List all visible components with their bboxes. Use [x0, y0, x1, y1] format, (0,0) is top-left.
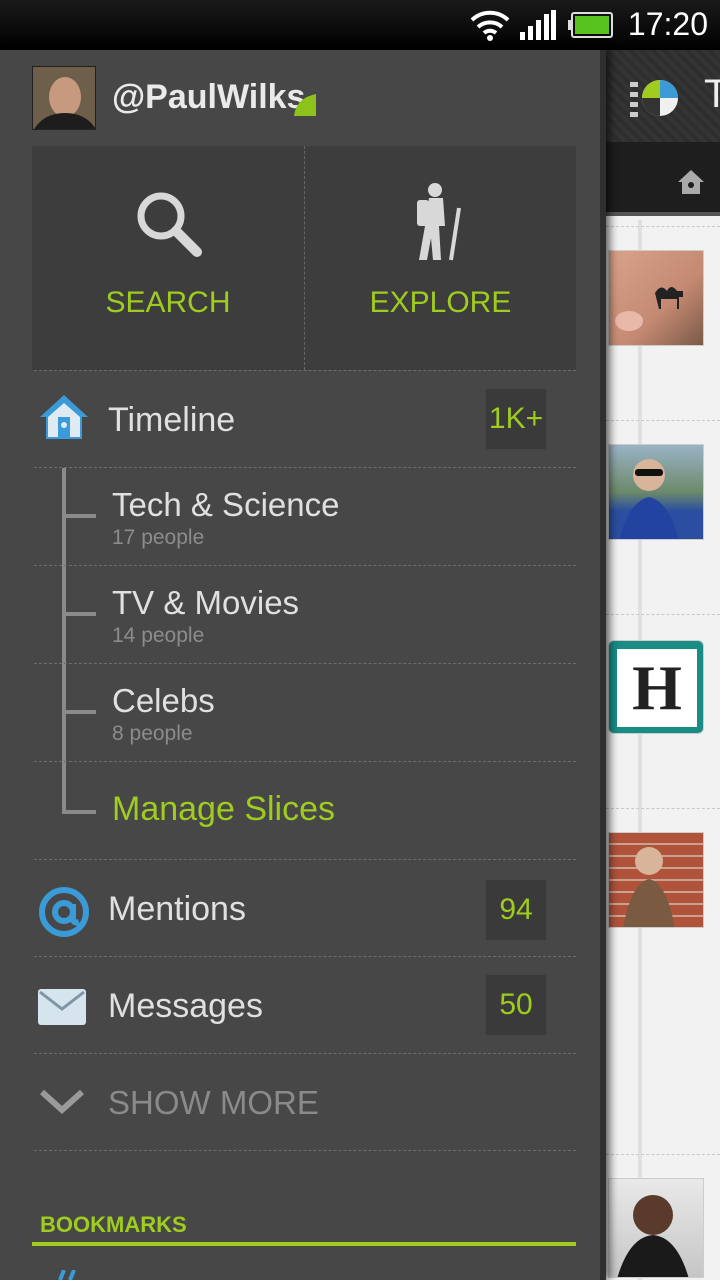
home-icon [40, 395, 88, 439]
bookmarks-header: BOOKMARKS [40, 1212, 187, 1237]
tree-branch [62, 612, 96, 616]
search-tile[interactable]: SEARCH [32, 146, 304, 370]
man-portrait-image [617, 1195, 689, 1277]
slice-title: TV & Movies [112, 584, 300, 621]
slice-item[interactable]: Tech & Science 17 people [34, 467, 576, 565]
timeline-rail [638, 220, 642, 1280]
tweet-thumbnail[interactable] [608, 444, 704, 540]
nav-item-timeline[interactable]: Timeline 1K+ [34, 370, 576, 467]
man-at-brick-wall-image [623, 847, 675, 927]
online-indicator-icon [294, 94, 316, 116]
nav-item-mentions[interactable]: Mentions 94 [34, 859, 576, 956]
background-timeline[interactable]: T H [606, 50, 720, 1280]
clock: 17:20 [627, 6, 708, 42]
bookmarks-underline [32, 1242, 576, 1246]
messages-count-badge: 50 [486, 975, 546, 1035]
search-icon [137, 192, 202, 257]
slice-member-count: 8 people [112, 722, 193, 745]
camel-tattoo-image [615, 287, 683, 331]
quick-actions: SEARCH EXPLORE [32, 146, 576, 370]
explore-tile[interactable]: EXPLORE [304, 146, 576, 370]
explore-label: EXPLORE [369, 286, 512, 319]
envelope-icon [38, 989, 86, 1025]
slice-item[interactable]: Celebs 8 people [34, 663, 576, 761]
manage-slices-link[interactable]: Manage Slices [112, 790, 335, 829]
at-icon [39, 887, 89, 937]
tree-branch [62, 810, 96, 814]
tweet-thumbnail[interactable] [608, 1178, 704, 1278]
wifi-icon [470, 10, 510, 41]
background-title: T [704, 72, 720, 116]
show-more-label[interactable]: SHOW MORE [108, 1084, 319, 1122]
divider [34, 1150, 576, 1151]
user-photo-image [33, 67, 95, 129]
hiker-icon [416, 183, 461, 261]
huffington-logo: H [617, 649, 697, 727]
tree-branch [62, 514, 96, 518]
avatar[interactable] [32, 66, 96, 130]
hashtag-icon [58, 1270, 76, 1280]
background-tab-bar [606, 142, 720, 216]
drawer-edge [600, 50, 606, 1280]
username[interactable]: @PaulWilks [112, 78, 305, 117]
slice-member-count: 17 people [112, 526, 205, 549]
app-logo-icon [630, 80, 678, 117]
home-tab-icon[interactable] [676, 168, 706, 196]
timeline-label: Timeline [108, 401, 236, 439]
divider [606, 1154, 720, 1155]
tweet-thumbnail[interactable] [608, 250, 704, 346]
slice-item[interactable]: TV & Movies 14 people [34, 565, 576, 663]
divider [606, 420, 720, 421]
navigation-drawer: @PaulWilks SEARCH EXPLORE Timeline 1K+ T… [0, 50, 606, 1280]
man-with-sunglasses-image [619, 459, 679, 539]
mentions-label: Mentions [108, 890, 246, 928]
slice-title: Tech & Science [112, 486, 340, 523]
slice-title: Celebs [112, 682, 215, 719]
signal-icon [520, 10, 556, 40]
slice-member-count: 14 people [112, 624, 205, 647]
divider [606, 808, 720, 809]
messages-label: Messages [108, 987, 263, 1025]
mentions-count-badge: 94 [486, 880, 546, 940]
divider [606, 614, 720, 615]
divider [606, 226, 720, 227]
battery-icon [568, 12, 613, 38]
tree-branch [62, 710, 96, 714]
nav-item-messages[interactable]: Messages 50 [34, 956, 576, 1053]
tweet-thumbnail[interactable]: H [608, 640, 704, 734]
tweet-thumbnail[interactable] [608, 832, 704, 928]
status-bar: 17:20 [0, 0, 720, 50]
background-header: T [606, 50, 720, 142]
chevron-down-icon [39, 1089, 85, 1115]
timeline-count-badge: 1K+ [486, 389, 546, 449]
search-label: SEARCH [105, 286, 231, 319]
